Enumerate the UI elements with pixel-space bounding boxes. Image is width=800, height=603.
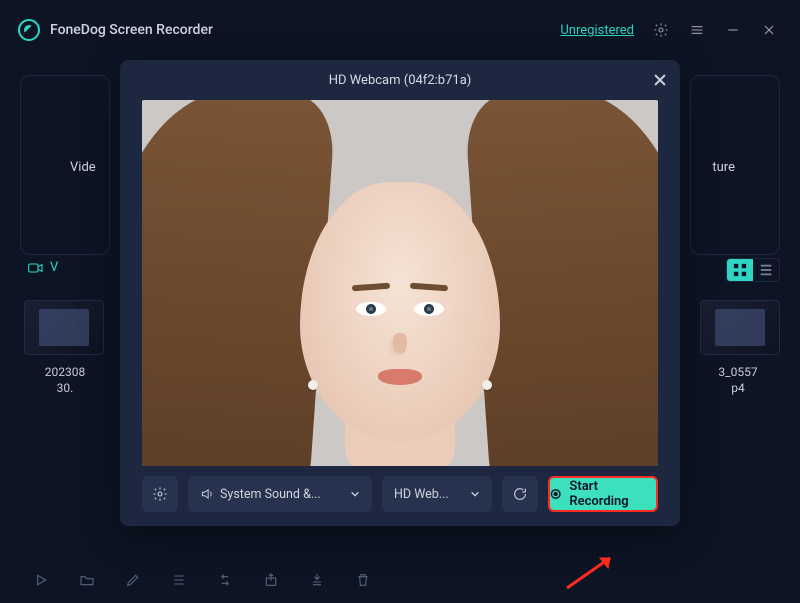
mode-label: ture xyxy=(712,160,735,175)
list-icon[interactable] xyxy=(170,571,188,589)
close-window-icon[interactable] xyxy=(756,17,782,43)
close-icon[interactable] xyxy=(650,70,670,90)
folder-icon[interactable] xyxy=(78,571,96,589)
annotation-arrow xyxy=(562,550,622,590)
audio-source-label: System Sound &... xyxy=(220,487,321,502)
edit-icon[interactable] xyxy=(124,571,142,589)
play-icon[interactable] xyxy=(32,571,50,589)
modal-title: HD Webcam (04f2:b71a) xyxy=(329,73,472,88)
webcam-preview xyxy=(142,100,658,466)
compress-icon[interactable] xyxy=(308,571,326,589)
chevron-down-icon xyxy=(350,489,360,499)
start-recording-label: Start Recording xyxy=(569,479,656,509)
mode-card[interactable] xyxy=(20,75,110,255)
recording-filename: 20230830. xyxy=(20,365,110,396)
audio-source-dropdown[interactable]: System Sound &... xyxy=(188,476,372,512)
minimize-icon[interactable] xyxy=(720,17,746,43)
webcam-modal: HD Webcam (04f2:b71a) System Sound &... xyxy=(120,60,680,526)
app-title: FoneDog Screen Recorder xyxy=(50,22,213,38)
app-logo xyxy=(18,19,40,41)
recording-thumb[interactable] xyxy=(700,300,780,355)
trash-icon[interactable] xyxy=(354,571,372,589)
mode-card[interactable] xyxy=(690,75,780,255)
settings-gear-icon[interactable] xyxy=(648,17,674,43)
webcam-settings-button[interactable] xyxy=(142,476,178,512)
share-icon[interactable] xyxy=(262,571,280,589)
convert-icon[interactable] xyxy=(216,571,234,589)
filter-video[interactable]: V xyxy=(28,260,58,275)
chevron-down-icon xyxy=(470,489,480,499)
camera-source-dropdown[interactable]: HD Web... xyxy=(382,476,492,512)
record-icon xyxy=(550,488,561,500)
recording-thumb[interactable] xyxy=(24,300,104,355)
unregistered-link[interactable]: Unregistered xyxy=(560,23,634,38)
start-recording-button[interactable]: Start Recording xyxy=(548,476,658,512)
mode-label: Vide xyxy=(70,160,96,175)
view-grid-icon[interactable] xyxy=(727,259,753,281)
menu-icon[interactable] xyxy=(684,17,710,43)
speaker-icon xyxy=(200,487,214,501)
camera-source-label: HD Web... xyxy=(394,487,449,502)
recording-filename: 3_0557p4 xyxy=(690,365,786,396)
refresh-button[interactable] xyxy=(502,476,538,512)
filter-label: V xyxy=(50,260,58,275)
view-list-icon[interactable] xyxy=(753,259,779,281)
